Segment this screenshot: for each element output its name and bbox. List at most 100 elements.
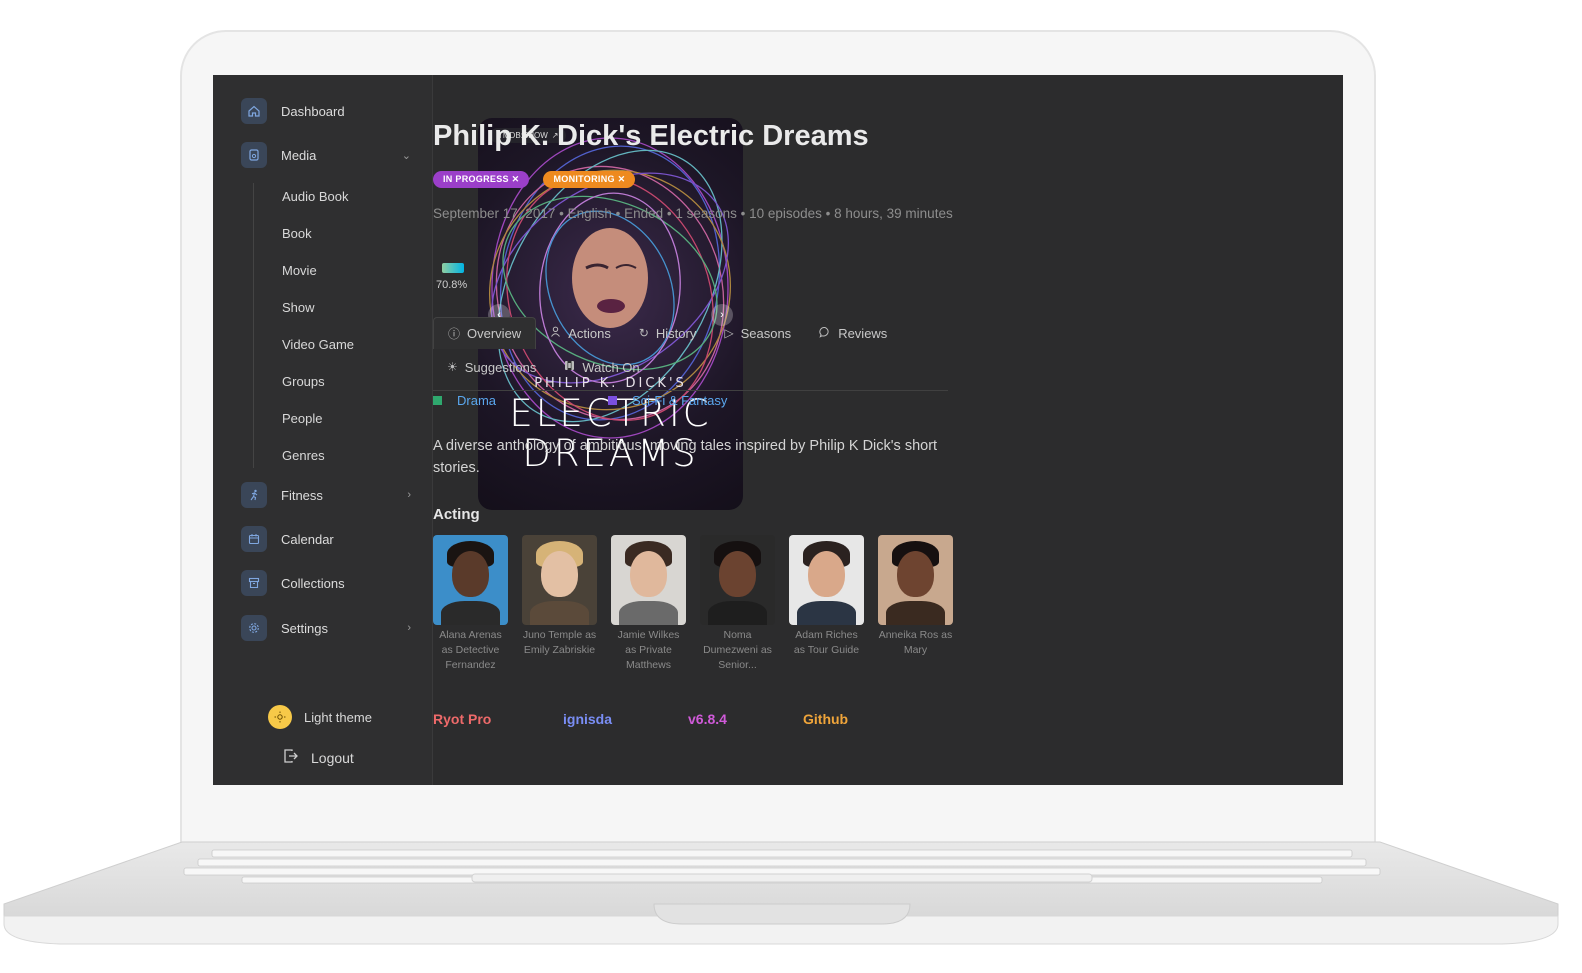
- theme-label: Light theme: [304, 709, 372, 725]
- chevron-right-icon: ›: [407, 489, 411, 501]
- tab-suggestions[interactable]: ☀ Suggestions: [433, 353, 550, 382]
- cast-name: Juno Temple as Emily Zabriskie: [522, 629, 597, 656]
- footer-links: Ryot Pro ignisda v6.8.4 Github: [433, 711, 848, 727]
- home-icon: [241, 98, 267, 124]
- user-icon: [550, 326, 561, 340]
- cast-photo: [789, 535, 864, 625]
- sidebar: Dashboard Media ⌄ Audio Book Book Movie …: [213, 75, 433, 785]
- sidebar-subitem-book[interactable]: Book: [282, 226, 312, 241]
- rating-block: 70.8%: [433, 263, 467, 291]
- cast-face: [541, 551, 578, 597]
- cast-name: Jamie Wilkes as Private Matthews: [617, 629, 680, 671]
- cast-card[interactable]: Anneika Ros as Mary: [878, 535, 953, 673]
- sidebar-item-dashboard[interactable]: Dashboard: [241, 97, 411, 125]
- cast-photo: [522, 535, 597, 625]
- cast-body: [619, 601, 678, 625]
- sidebar-item-collections[interactable]: Collections: [241, 569, 411, 597]
- cast-body: [708, 601, 767, 625]
- cast-body: [886, 601, 945, 625]
- submenu-divider: [253, 183, 254, 468]
- footer-link-ignisda[interactable]: ignisda: [563, 711, 688, 727]
- footer-version[interactable]: v6.8.4: [688, 711, 803, 727]
- cast-face: [897, 551, 934, 597]
- cast-name: Adam Riches as Tour Guide: [793, 629, 860, 656]
- gear-icon: [241, 615, 267, 641]
- sidebar-item-label: Media: [281, 147, 317, 163]
- bulb-icon: ☀: [447, 360, 458, 374]
- sidebar-item-settings[interactable]: Settings ›: [241, 614, 411, 642]
- genre-list: Drama Sci-Fi & Fantasy: [433, 393, 783, 408]
- genre-color-swatch: [433, 396, 442, 405]
- sidebar-item-label: Collections: [281, 575, 345, 591]
- tab-watch-on[interactable]: Watch On: [550, 353, 653, 382]
- tab-seasons[interactable]: ▷ Seasons: [710, 319, 805, 348]
- sidebar-subitem-genres[interactable]: Genres: [282, 448, 325, 463]
- cast-card[interactable]: Adam Riches as Tour Guide: [789, 535, 864, 673]
- cast-photo: [433, 535, 508, 625]
- tab-overview[interactable]: ⓘ Overview: [433, 317, 537, 349]
- laptop-mockup: Dashboard Media ⌄ Audio Book Book Movie …: [0, 0, 1582, 973]
- overview-text: A diverse anthology of ambitious, moving…: [433, 438, 938, 476]
- cast-list: Alana Arenas as Detective Fernandez Juno …: [433, 535, 953, 673]
- sidebar-subitem-groups[interactable]: Groups: [282, 374, 325, 389]
- play-icon: ▷: [724, 326, 734, 340]
- cast-name: Alana Arenas as Detective Fernandez: [439, 629, 502, 671]
- sidebar-subitem-audio-book[interactable]: Audio Book: [282, 189, 349, 204]
- cast-card[interactable]: Jamie Wilkes as Private Matthews: [611, 535, 686, 673]
- tab-bar: ⓘ Overview Actions ↻ History ▷ Seasons R…: [433, 316, 948, 391]
- cast-face: [808, 551, 845, 597]
- footer-link-ryot-pro[interactable]: Ryot Pro: [433, 711, 563, 727]
- comment-icon: [819, 326, 831, 341]
- media-meta: September 17, 2017 • English • Ended • 1…: [433, 206, 953, 221]
- theme-toggle[interactable]: Light theme: [268, 705, 372, 729]
- calendar-icon: [241, 526, 267, 552]
- genre-drama[interactable]: Drama: [433, 393, 608, 408]
- cast-card[interactable]: Alana Arenas as Detective Fernandez: [433, 535, 508, 673]
- media-icon: [241, 142, 267, 168]
- info-icon: ⓘ: [448, 327, 461, 341]
- media-details: TMDB:SHOW ↗ ‹ › PHILIP K. DICK'S ELECTRI…: [433, 75, 1343, 785]
- acting-heading: Acting: [433, 506, 480, 523]
- sun-icon: [268, 705, 292, 729]
- tab-history[interactable]: ↻ History: [625, 319, 711, 348]
- archive-icon: [241, 570, 267, 596]
- cast-photo: [700, 535, 775, 625]
- cast-face: [719, 551, 756, 597]
- history-icon: ↻: [638, 326, 649, 340]
- status-badge-in-progress[interactable]: IN PROGRESS ✕: [433, 171, 530, 188]
- cast-face: [630, 551, 667, 597]
- logout-button[interactable]: Logout: [283, 748, 354, 767]
- cast-card[interactable]: Noma Dumezweni as Senior...: [700, 535, 775, 673]
- sidebar-subitem-movie[interactable]: Movie: [282, 263, 317, 278]
- chevron-right-icon: ›: [407, 622, 411, 634]
- cast-name: Noma Dumezweni as Senior...: [703, 629, 772, 671]
- sidebar-item-media[interactable]: Media ⌄: [241, 141, 411, 169]
- cast-face: [452, 551, 489, 597]
- rating-value: 70.8%: [436, 279, 468, 291]
- status-badge-monitoring[interactable]: MONITORING ✕: [543, 171, 636, 188]
- status-tags: IN PROGRESS ✕ MONITORING ✕: [433, 171, 636, 188]
- tab-reviews[interactable]: Reviews: [805, 319, 901, 348]
- app-screen: Dashboard Media ⌄ Audio Book Book Movie …: [213, 75, 1343, 785]
- laptop-base: [3, 841, 1559, 945]
- genre-color-swatch: [608, 396, 617, 405]
- tmdb-logo-icon: [442, 263, 464, 273]
- logout-icon: [283, 748, 299, 767]
- cast-body: [441, 601, 500, 625]
- sidebar-item-label: Calendar: [281, 531, 334, 547]
- sidebar-subitem-people[interactable]: People: [282, 411, 322, 426]
- cast-photo: [878, 535, 953, 625]
- sidebar-subitem-show[interactable]: Show: [282, 300, 315, 315]
- tab-actions[interactable]: Actions: [536, 319, 625, 348]
- cast-body: [530, 601, 589, 625]
- sidebar-item-calendar[interactable]: Calendar: [241, 525, 411, 553]
- run-icon: [241, 482, 267, 508]
- genre-sci-fi-fantasy[interactable]: Sci-Fi & Fantasy: [608, 393, 783, 408]
- sidebar-item-fitness[interactable]: Fitness ›: [241, 481, 411, 509]
- cast-card[interactable]: Juno Temple as Emily Zabriskie: [522, 535, 597, 673]
- sidebar-item-label: Settings: [281, 620, 328, 636]
- footer-link-github[interactable]: Github: [803, 711, 848, 727]
- page-title: Philip K. Dick's Electric Dreams: [433, 120, 869, 152]
- sidebar-subitem-video-game[interactable]: Video Game: [282, 337, 354, 352]
- logout-label: Logout: [311, 749, 354, 766]
